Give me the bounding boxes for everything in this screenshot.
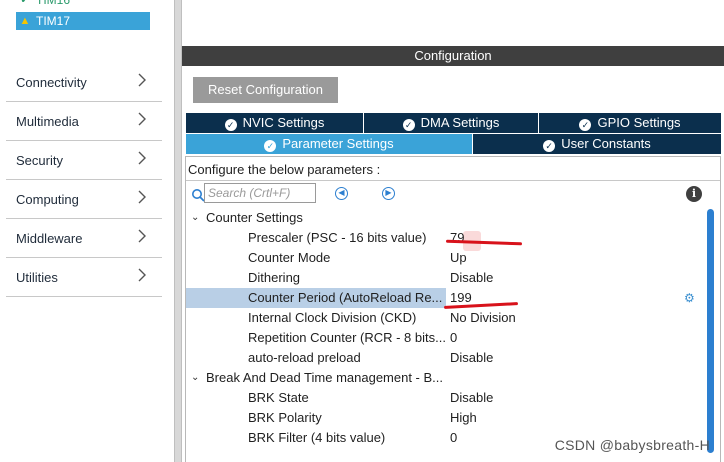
- check-circle-icon: ✓: [264, 140, 277, 152]
- warning-icon: ▲: [19, 15, 31, 27]
- configuration-header: Configuration: [182, 46, 724, 66]
- tab-label: User Constants: [561, 136, 651, 151]
- tree-item-label: TIM16: [36, 0, 71, 7]
- param-row-auto-reload-preload[interactable]: auto-reload preload Disable: [186, 348, 722, 368]
- tree-item-tim16[interactable]: ✔ TIM16: [16, 0, 150, 9]
- param-value[interactable]: 79: [450, 228, 464, 248]
- param-value[interactable]: Up: [450, 248, 467, 268]
- param-name: Dithering: [248, 270, 301, 285]
- configuration-area: Configuration Reset Configuration ✓ NVIC …: [182, 0, 724, 462]
- group-counter-settings[interactable]: ⌄ Counter Settings: [186, 208, 722, 228]
- tab-nvic-settings[interactable]: ✓ NVIC Settings: [185, 113, 363, 133]
- check-circle-icon: ✓: [579, 119, 592, 131]
- param-row-clock-division[interactable]: Internal Clock Division (CKD) No Divisio…: [186, 308, 722, 328]
- param-row-counter-mode[interactable]: Counter Mode Up: [186, 248, 722, 268]
- group-label: Counter Settings: [206, 210, 303, 225]
- param-name: auto-reload preload: [248, 350, 361, 365]
- check-circle-icon: ✓: [402, 119, 415, 131]
- group-label: Break And Dead Time management - B...: [206, 370, 444, 385]
- chevron-down-icon: ⌄: [191, 372, 200, 383]
- tab-gpio-settings[interactable]: ✓ GPIO Settings: [538, 113, 721, 133]
- param-value[interactable]: Disable: [450, 348, 493, 368]
- param-value[interactable]: Disable: [450, 268, 493, 288]
- watermark: CSDN @babysbreath-H: [554, 437, 710, 453]
- category-multimedia[interactable]: Multimedia: [6, 103, 162, 141]
- configure-hint: Configure the below parameters :: [186, 159, 720, 181]
- reset-configuration-button[interactable]: Reset Configuration: [193, 77, 338, 103]
- chevron-right-icon: [138, 151, 146, 165]
- chevron-right-icon: [138, 268, 146, 282]
- param-name: Counter Period (AutoReload Re...: [186, 288, 446, 308]
- param-name: Counter Mode: [248, 250, 331, 265]
- category-utilities[interactable]: Utilities: [6, 259, 162, 297]
- category-label: Utilities: [16, 270, 58, 285]
- gear-icon[interactable]: ⚙: [684, 292, 696, 304]
- check-icon: ✔: [20, 0, 30, 6]
- param-name: Repetition Counter (RCR - 8 bits...: [248, 330, 446, 345]
- tab-parameter-settings[interactable]: ✓ Parameter Settings: [185, 134, 472, 154]
- check-circle-icon: ✓: [224, 119, 237, 131]
- chevron-right-icon: [138, 229, 146, 243]
- param-name: Prescaler (PSC - 16 bits value): [248, 230, 427, 245]
- category-security[interactable]: Security: [6, 142, 162, 180]
- tab-label: Parameter Settings: [282, 136, 394, 151]
- search-next-icon[interactable]: ▶: [382, 187, 395, 200]
- category-middleware[interactable]: Middleware: [6, 220, 162, 258]
- category-label: Connectivity: [16, 75, 87, 90]
- search-previous-icon[interactable]: ◀: [335, 187, 348, 200]
- search-input[interactable]: [204, 183, 316, 203]
- info-icon[interactable]: i: [686, 186, 702, 202]
- param-row-brk-state[interactable]: BRK State Disable: [186, 388, 722, 408]
- param-row-repetition-counter[interactable]: Repetition Counter (RCR - 8 bits... 0: [186, 328, 722, 348]
- param-name: BRK Filter (4 bits value): [248, 430, 386, 445]
- param-value[interactable]: High: [450, 408, 477, 428]
- category-label: Computing: [16, 192, 79, 207]
- group-break-dead-time[interactable]: ⌄ Break And Dead Time management - B...: [186, 368, 722, 388]
- category-connectivity[interactable]: Connectivity: [6, 64, 162, 102]
- tab-user-constants[interactable]: ✓ User Constants: [472, 134, 721, 154]
- param-name: BRK State: [248, 390, 309, 405]
- param-row-prescaler[interactable]: Prescaler (PSC - 16 bits value) 79: [186, 228, 722, 248]
- tab-label: GPIO Settings: [597, 115, 681, 130]
- category-label: Middleware: [16, 231, 83, 246]
- category-computing[interactable]: Computing: [6, 181, 162, 219]
- param-value[interactable]: 0: [450, 428, 457, 448]
- tab-dma-settings[interactable]: ✓ DMA Settings: [363, 113, 538, 133]
- tree-item-tim17[interactable]: ▲ TIM17: [16, 12, 150, 30]
- left-panel: ✔ TIM16 ▲ TIM17 Connectivity Multimedia …: [0, 0, 174, 462]
- param-value[interactable]: 0: [450, 328, 457, 348]
- category-label: Multimedia: [16, 114, 79, 129]
- param-name: BRK Polarity: [248, 410, 322, 425]
- param-value[interactable]: No Division: [450, 308, 516, 328]
- category-label: Security: [16, 153, 63, 168]
- panel-splitter[interactable]: [174, 0, 182, 462]
- chevron-right-icon: [138, 190, 146, 204]
- param-value[interactable]: Disable: [450, 388, 493, 408]
- mode-panel: [182, 0, 724, 38]
- search-icon: [192, 189, 205, 202]
- tab-label: NVIC Settings: [242, 115, 325, 130]
- parameter-panel: Configure the below parameters : ◀ ▶ i ⌄…: [185, 156, 721, 462]
- param-row-brk-polarity[interactable]: BRK Polarity High: [186, 408, 722, 428]
- chevron-down-icon: ⌄: [191, 212, 200, 223]
- param-row-dithering[interactable]: Dithering Disable: [186, 268, 722, 288]
- check-circle-icon: ✓: [543, 140, 556, 152]
- param-name: Internal Clock Division (CKD): [248, 310, 417, 325]
- tree-item-label: TIM17: [36, 14, 71, 28]
- chevron-right-icon: [138, 73, 146, 87]
- tab-label: DMA Settings: [420, 115, 500, 130]
- chevron-right-icon: [138, 112, 146, 126]
